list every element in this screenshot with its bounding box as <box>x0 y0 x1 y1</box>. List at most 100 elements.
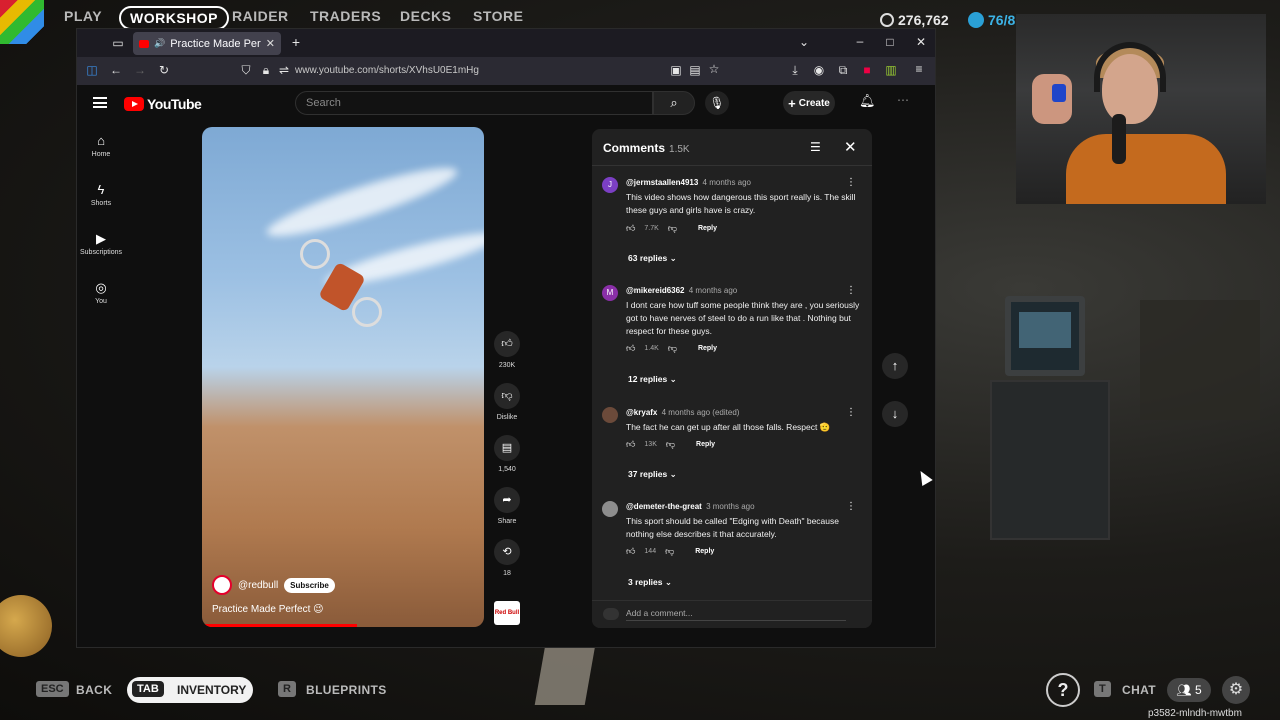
browser-tab[interactable]: 🔊 Practice Made Perfect 😉 ✕ <box>133 32 281 55</box>
comment-avatar[interactable] <box>602 501 618 517</box>
tab-list-chevron-icon[interactable]: ⌄ <box>795 35 813 49</box>
more-options-icon[interactable]: ⋮ <box>846 501 856 512</box>
reply-button[interactable]: Reply <box>696 441 715 448</box>
comment-likes: 13K <box>644 441 657 448</box>
short-video-player[interactable]: @redbull Subscribe Practice Made Perfect… <box>202 127 484 627</box>
thumbs-up-icon[interactable]: 👍︎ <box>626 223 635 234</box>
channel-avatar[interactable] <box>212 575 232 595</box>
download-icon[interactable]: ⤓ <box>786 63 804 78</box>
bookmark-star-icon[interactable]: ☆ <box>705 62 723 76</box>
shield-icon[interactable]: ⛉ <box>237 63 255 78</box>
comment-author[interactable]: @jermstaallen4913 <box>626 178 698 187</box>
view-replies-button[interactable]: 63 replies ⌄ <box>628 253 677 264</box>
sidebar-item-shorts[interactable]: ϟ Shorts <box>77 182 125 207</box>
add-comment-input[interactable]: Add a comment... <box>626 608 846 621</box>
party-button[interactable]: 👥︎ 5 <box>1167 678 1211 702</box>
account-icon[interactable]: ◉ <box>810 63 828 77</box>
game-tab-decks[interactable]: DECKS <box>400 8 452 24</box>
inventory-button[interactable]: TAB INVENTORY <box>127 677 253 703</box>
game-tab-store[interactable]: STORE <box>473 8 523 24</box>
reader-view-icon[interactable]: ▤ <box>686 63 704 77</box>
blueprints-button[interactable]: BLUEPRINTS <box>306 683 387 697</box>
close-icon[interactable]: ✕ <box>844 138 857 156</box>
thumbs-up-icon[interactable]: 👍︎ <box>626 546 635 557</box>
comment-author[interactable]: @demeter-the-great <box>626 502 702 511</box>
comments-button[interactable]: ▤ 1,540 <box>489 435 525 473</box>
help-question-icon[interactable]: ? <box>1046 673 1080 707</box>
picture-in-picture-icon[interactable]: ▣ <box>667 63 685 77</box>
sidebar-label: You <box>95 298 107 305</box>
comment-avatar[interactable]: M <box>602 285 618 301</box>
comment-avatar[interactable] <box>602 407 618 423</box>
youtube-page: YouTube Search ⌕ 🎙︎ + Create 🔔︎ ⋯ ⌂ Home … <box>77 85 935 647</box>
previous-short-arrow-icon[interactable]: ↑ <box>882 353 908 379</box>
dislike-button[interactable]: 👎︎ Dislike <box>489 383 525 421</box>
account-loading-icon[interactable]: ⋯ <box>897 93 909 107</box>
thumbs-down-icon[interactable]: 👎︎ <box>668 343 677 354</box>
comment-author-line: @jermstaallen4913 4 months ago <box>626 178 751 187</box>
view-replies-button[interactable]: 37 replies ⌄ <box>628 469 677 480</box>
tab-close-icon[interactable]: ✕ <box>266 37 275 50</box>
url-field[interactable]: www.youtube.com/shorts/XVhsU0E1mHg <box>295 65 479 76</box>
hamburger-menu-icon[interactable] <box>93 97 107 108</box>
reload-icon[interactable]: ↻ <box>155 63 173 77</box>
more-options-icon[interactable]: ⋮ <box>846 177 856 188</box>
reply-button[interactable]: Reply <box>695 548 714 555</box>
subscribe-button[interactable]: Subscribe <box>284 577 335 593</box>
thumbs-up-icon[interactable]: 👍︎ <box>626 439 635 450</box>
settings-gear-icon[interactable]: ⚙ <box>1222 676 1250 704</box>
like-button[interactable]: 👍︎ 230K <box>489 331 525 369</box>
thumbs-down-icon[interactable]: 👎︎ <box>666 439 675 450</box>
game-tab-play[interactable]: PLAY <box>64 8 102 24</box>
video-progress-bar[interactable] <box>202 624 358 627</box>
comment-author[interactable]: @kryafx <box>626 408 657 417</box>
sidebar-item-you[interactable]: ◎ You <box>77 280 125 305</box>
app-menu-icon[interactable]: ≡ <box>910 62 928 76</box>
sort-icon[interactable]: ☰ <box>810 140 821 154</box>
game-tab-traders[interactable]: TRADERS <box>310 8 381 24</box>
back-button[interactable]: BACK <box>76 683 112 697</box>
permissions-icon[interactable]: ⇌ <box>275 63 293 77</box>
speaker-icon[interactable]: 🔊 <box>154 38 165 49</box>
channel-name[interactable]: @redbull <box>238 580 278 591</box>
share-button[interactable]: ➦ Share <box>489 487 525 525</box>
maximize-icon[interactable]: □ <box>881 35 899 49</box>
next-short-arrow-icon[interactable]: ↓ <box>882 401 908 427</box>
thumbs-up-icon[interactable]: 👍︎ <box>626 343 635 354</box>
comment-avatar[interactable]: J <box>602 177 618 193</box>
sidebar-item-subscriptions[interactable]: ▶︎ Subscriptions <box>77 231 125 256</box>
remix-icon: ⟲ <box>494 539 520 565</box>
game-tab-workshop[interactable]: WORKSHOP <box>119 6 229 30</box>
chat-button[interactable]: CHAT <box>1122 683 1156 697</box>
youtube-logo[interactable]: YouTube <box>124 96 202 112</box>
reply-button[interactable]: Reply <box>698 225 717 232</box>
forward-arrow-icon[interactable]: → <box>131 63 149 77</box>
back-arrow-icon[interactable]: ← <box>107 63 125 77</box>
extension-red-icon[interactable]: ■ <box>858 63 876 77</box>
sound-thumbnail[interactable]: Red Bull <box>494 601 520 625</box>
reply-button[interactable]: Reply <box>698 345 717 352</box>
sidebar-item-home[interactable]: ⌂ Home <box>77 133 125 158</box>
microphone-icon[interactable]: 🎙︎ <box>705 91 729 115</box>
create-button[interactable]: + Create <box>783 91 835 115</box>
remix-button[interactable]: ⟲ 18 <box>489 539 525 577</box>
search-input[interactable]: Search <box>295 91 653 115</box>
game-tab-raider[interactable]: RAIDER <box>232 8 289 24</box>
comment-author[interactable]: @mikereid6362 <box>626 286 685 295</box>
thumbs-down-icon[interactable]: 👎︎ <box>668 223 677 234</box>
new-tab-icon[interactable]: + <box>287 34 305 50</box>
more-options-icon[interactable]: ⋮ <box>846 285 856 296</box>
extensions-icon[interactable]: ⧉ <box>834 63 852 78</box>
search-icon[interactable]: ⌕ <box>653 91 695 115</box>
view-replies-button[interactable]: 12 replies ⌄ <box>628 374 677 385</box>
extension-green-icon[interactable]: ▥ <box>882 63 900 77</box>
minimize-icon[interactable]: – <box>851 34 869 48</box>
more-options-icon[interactable]: ⋮ <box>846 407 856 418</box>
view-replies-button[interactable]: 3 replies ⌄ <box>628 577 672 588</box>
lock-icon[interactable]: 🔒︎ <box>257 63 275 78</box>
tab-overview-icon[interactable]: ▭ <box>109 36 127 50</box>
window-close-icon[interactable]: ✕ <box>912 35 930 49</box>
sidebar-toggle-icon[interactable]: ◫ <box>83 63 101 77</box>
notifications-bell-icon[interactable]: 🔔︎ <box>859 93 876 109</box>
thumbs-down-icon[interactable]: 👎︎ <box>665 546 674 557</box>
